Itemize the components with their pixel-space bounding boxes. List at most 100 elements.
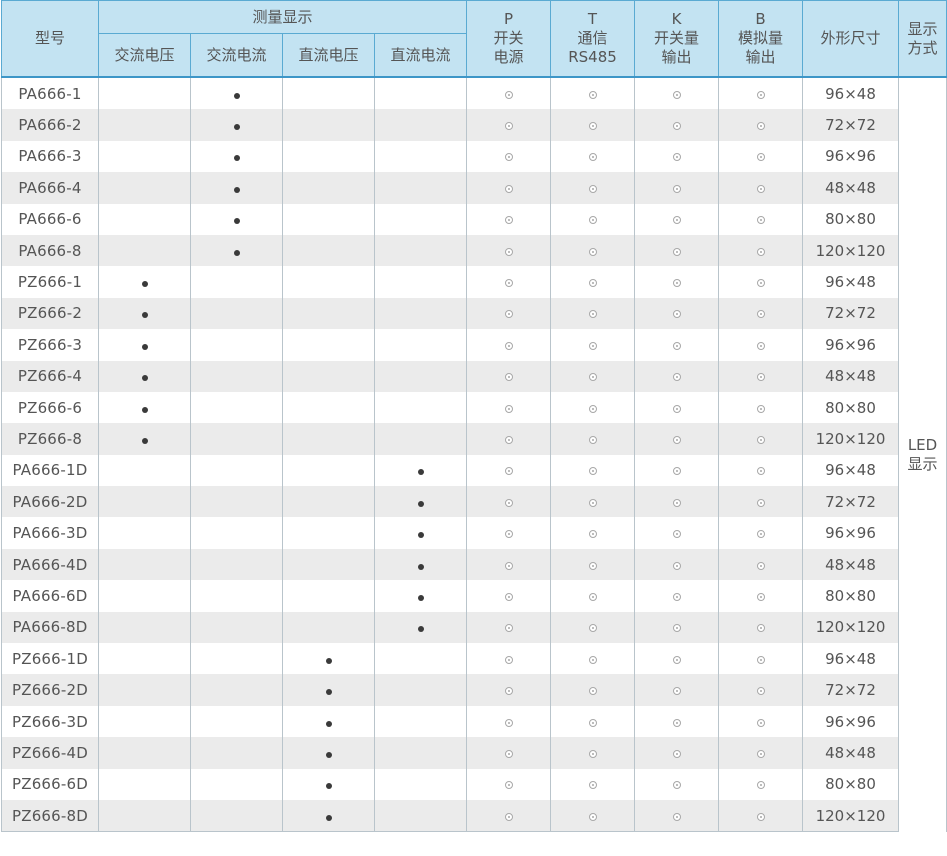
cell-option — [718, 674, 804, 706]
optional-ring-icon — [504, 153, 513, 162]
cell-measure — [373, 234, 468, 267]
cell-option — [634, 172, 720, 204]
optional-ring-icon — [672, 310, 681, 319]
cell-measure — [190, 674, 283, 706]
cell-option — [466, 548, 552, 581]
cell-dimensions: 48×48 — [802, 548, 900, 581]
cell-measure — [282, 109, 375, 141]
cell-option — [634, 517, 720, 549]
optional-ring-icon — [504, 498, 513, 507]
table-row: PA666-2D 72×72 — [1, 486, 947, 518]
table-row: PZ666-8 120×120 — [1, 423, 947, 455]
standard-dot-icon — [233, 155, 240, 162]
optional-ring-icon — [756, 749, 765, 758]
header-option-p: P 开关 电源 — [466, 0, 552, 78]
table-row: PA666-3D 96×96 — [1, 517, 947, 549]
optional-ring-icon — [588, 341, 597, 350]
cell-option — [550, 737, 636, 769]
cell-measure — [190, 611, 283, 644]
cell-measure — [98, 580, 191, 612]
optional-ring-icon — [756, 592, 765, 601]
cell-measure — [190, 203, 283, 235]
standard-dot-icon — [233, 92, 240, 99]
table-row: PA666-4D 48×48 — [1, 548, 947, 581]
optional-ring-icon — [756, 781, 765, 790]
header-option-p-line1: 开关 — [493, 29, 524, 47]
cell-option — [550, 486, 636, 518]
cell-dimensions: 80×80 — [802, 203, 900, 235]
cell-dimensions: 72×72 — [802, 109, 900, 141]
cell-option — [634, 360, 720, 392]
table-row: PA666-2 72×72 — [1, 109, 947, 141]
optional-ring-icon — [504, 467, 513, 476]
cell-model: PA666-4 — [1, 172, 99, 204]
cell-measure — [282, 611, 375, 644]
standard-dot-icon — [233, 186, 240, 193]
cell-measure — [98, 203, 191, 235]
cell-option — [466, 580, 552, 612]
optional-ring-icon — [588, 812, 597, 821]
cell-option — [634, 266, 720, 298]
standard-dot-icon — [417, 594, 424, 601]
optional-ring-icon — [588, 781, 597, 790]
cell-measure — [98, 109, 191, 141]
display-mode-line2: 显示 — [907, 454, 938, 473]
cell-measure — [373, 517, 468, 549]
cell-model: PA666-6D — [1, 580, 99, 612]
optional-ring-icon — [504, 216, 513, 225]
optional-ring-icon — [588, 718, 597, 727]
optional-ring-icon — [672, 812, 681, 821]
cell-option — [718, 486, 804, 518]
header-measurement-group: 测量显示 — [97, 0, 468, 34]
cell-measure — [98, 548, 191, 581]
cell-measure — [190, 391, 283, 424]
header-display-line1: 显示 — [907, 19, 938, 38]
table-row: PZ666-2 72×72 — [1, 297, 947, 330]
optional-ring-icon — [504, 781, 513, 790]
cell-measure — [373, 77, 468, 110]
cell-measure — [282, 423, 375, 455]
cell-measure — [282, 266, 375, 298]
cell-option — [634, 705, 720, 738]
cell-measure — [282, 172, 375, 204]
cell-option — [718, 705, 804, 738]
cell-measure — [190, 454, 283, 487]
cell-option — [718, 611, 804, 644]
optional-ring-icon — [672, 749, 681, 758]
cell-option — [718, 423, 804, 455]
cell-dimensions: 96×96 — [802, 140, 900, 173]
optional-ring-icon — [588, 624, 597, 633]
cell-model: PZ666-2 — [1, 297, 99, 330]
optional-ring-icon — [504, 279, 513, 288]
standard-dot-icon — [417, 532, 424, 539]
cell-option — [718, 172, 804, 204]
cell-measure — [373, 768, 468, 800]
cell-measure — [190, 266, 283, 298]
optional-ring-icon — [588, 310, 597, 319]
cell-option — [718, 580, 804, 612]
cell-measure — [373, 203, 468, 235]
cell-measure — [373, 109, 468, 141]
cell-option — [550, 768, 636, 800]
optional-ring-icon — [672, 373, 681, 382]
optional-ring-icon — [672, 687, 681, 696]
cell-option — [718, 203, 804, 235]
header-option-k-line1: 开关量 — [654, 29, 700, 47]
optional-ring-icon — [672, 467, 681, 476]
cell-option — [466, 799, 552, 833]
cell-option — [718, 799, 804, 833]
optional-ring-icon — [756, 184, 765, 193]
cell-measure — [98, 297, 191, 330]
cell-option — [466, 234, 552, 267]
table-row: PZ666-4 48×48 — [1, 360, 947, 392]
standard-dot-icon — [233, 218, 240, 225]
header-option-t-line1: 通信 — [577, 29, 608, 47]
optional-ring-icon — [504, 90, 513, 99]
cell-measure — [373, 548, 468, 581]
cell-dimensions: 120×120 — [802, 611, 900, 644]
standard-dot-icon — [233, 249, 240, 256]
cell-measure — [282, 486, 375, 518]
optional-ring-icon — [756, 122, 765, 131]
cell-dimensions: 96×48 — [802, 77, 900, 110]
optional-ring-icon — [756, 279, 765, 288]
